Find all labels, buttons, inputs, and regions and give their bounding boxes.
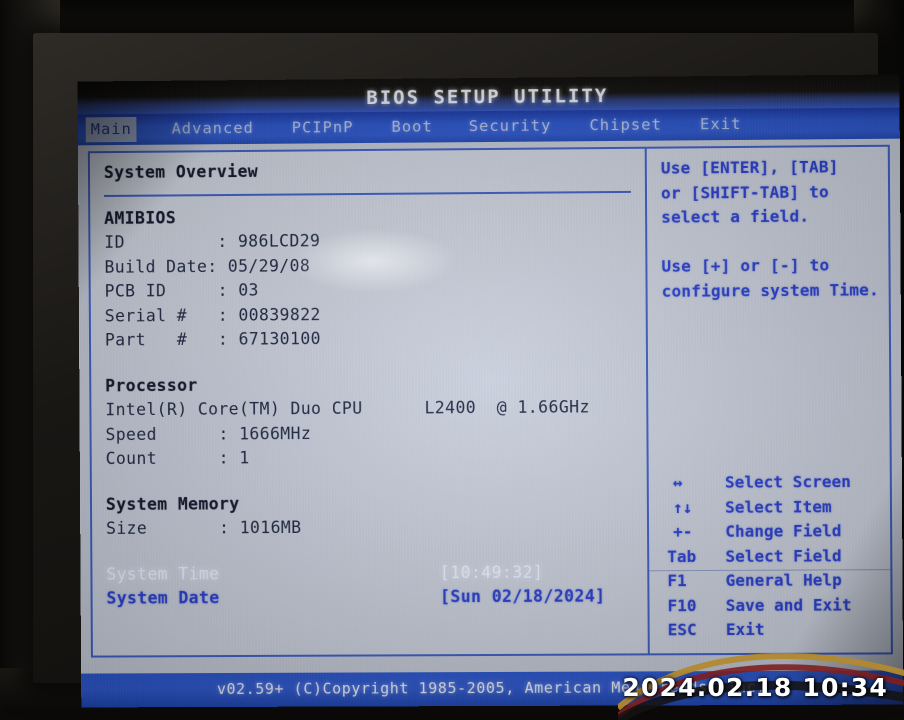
- system-date-label: System Date: [106, 588, 220, 608]
- menu-item-boot[interactable]: Boot: [386, 114, 437, 139]
- legend-description: Change Field: [725, 521, 842, 541]
- system-date-field[interactable]: System Date [Sun 02/18/2024]: [106, 584, 645, 611]
- memory-rows: Size : 1016MB: [106, 514, 645, 541]
- background-top: [0, 0, 904, 34]
- menu-item-pcipnp[interactable]: PCIPnP: [287, 115, 359, 141]
- legend-key: +-: [673, 521, 693, 542]
- legend-key: F10: [667, 595, 697, 615]
- panel-divider: [644, 148, 650, 654]
- legend-description: Select Screen: [724, 472, 851, 492]
- legend-key: F1: [667, 571, 687, 591]
- title-separator: [104, 190, 631, 197]
- menu-item-exit[interactable]: Exit: [695, 112, 747, 137]
- help-text: Use [ENTER], [TAB] or [SHIFT-TAB] to sel…: [660, 157, 879, 301]
- legend-description: Select Field: [725, 545, 842, 566]
- legend-row: +- Change Field: [663, 519, 892, 545]
- legend-row: ↔ Select Screen: [663, 470, 892, 496]
- legend-row: F10 Save and Exit: [663, 593, 892, 619]
- legend-row: ↑↓ Select Item: [663, 494, 892, 520]
- amibios-rows: ID : 986LCD29 Build Date: 05/29/08 PCB ID …: [104, 227, 644, 353]
- menu-item-chipset[interactable]: Chipset: [584, 113, 667, 139]
- page-title: System Overview: [103, 161, 259, 183]
- menu-bar: Main Advanced PCIPnP Boot Security Chipset Exi…: [77, 107, 900, 146]
- help-panel: Use [ENTER], [TAB] or [SHIFT-TAB] to sel…: [661, 155, 887, 304]
- content-panel: System Overview AMIBIOS ID : 986LCD29 Bui…: [87, 144, 893, 658]
- time-date-fields: System Time [10:49:32] System Date [Sun 02/…: [106, 560, 645, 611]
- photo-scene: BIOS SETUP UTILITY Main Advanced PCIPnP Boo…: [0, 0, 904, 720]
- amibios-row: PCB ID : 03: [104, 280, 259, 301]
- menu-item-main[interactable]: Main: [85, 116, 137, 143]
- legend-description: Save and Exit: [725, 594, 852, 615]
- legend-description: Select Item: [725, 496, 832, 517]
- legend-row: ESC Exit: [664, 617, 893, 643]
- processor-model: Intel(R) Core(TM) Duo CPU L2400 @ 1.66GH…: [105, 397, 590, 420]
- menu-item-advanced[interactable]: Advanced: [167, 116, 259, 142]
- system-date-value[interactable]: [Sun 02/18/2024]: [440, 584, 606, 609]
- legend-row: F1 General Help: [663, 568, 892, 594]
- legend-description: Exit: [725, 619, 765, 640]
- system-memory-heading: System Memory: [105, 493, 240, 514]
- menu-item-security[interactable]: Security: [464, 113, 557, 139]
- monitor-bezel: BIOS SETUP UTILITY Main Advanced PCIPnP Boo…: [33, 33, 904, 708]
- camera-timestamp: 2024.02.18 10:34: [622, 673, 888, 702]
- legend-row: Tab Select Field: [663, 544, 892, 570]
- processor-heading: Processor: [105, 375, 198, 395]
- amibios-row: Serial # : 00839822: [104, 304, 321, 326]
- system-overview-column: System Overview AMIBIOS ID : 986LCD29 Bui…: [104, 157, 646, 611]
- processor-row: Count : 1: [105, 448, 250, 469]
- amibios-row: Part # : 67130100: [104, 329, 321, 350]
- system-time-value[interactable]: [10:49:32]: [440, 560, 543, 585]
- legend-key: ↑↓: [672, 497, 693, 517]
- processor-row: Speed : 1666MHz: [105, 423, 312, 444]
- amibios-row: Build Date: 05/29/08: [104, 255, 311, 277]
- system-time-label: System Time: [106, 563, 220, 584]
- system-time-field[interactable]: System Time [10:49:32]: [106, 560, 645, 587]
- legend-key: ESC: [667, 620, 697, 640]
- legend-key: ↔: [672, 472, 683, 493]
- legend-description: General Help: [725, 570, 842, 590]
- bios-screen: BIOS SETUP UTILITY Main Advanced PCIPnP Boo…: [77, 74, 904, 708]
- legend-key: Tab: [667, 546, 697, 566]
- key-legend: ↔ Select Screen ↑↓ Select Item +- Change Fiel…: [647, 470, 893, 643]
- processor-rows: Speed : 1666MHz Count : 1: [105, 420, 644, 472]
- memory-row: Size : 1016MB: [105, 517, 302, 538]
